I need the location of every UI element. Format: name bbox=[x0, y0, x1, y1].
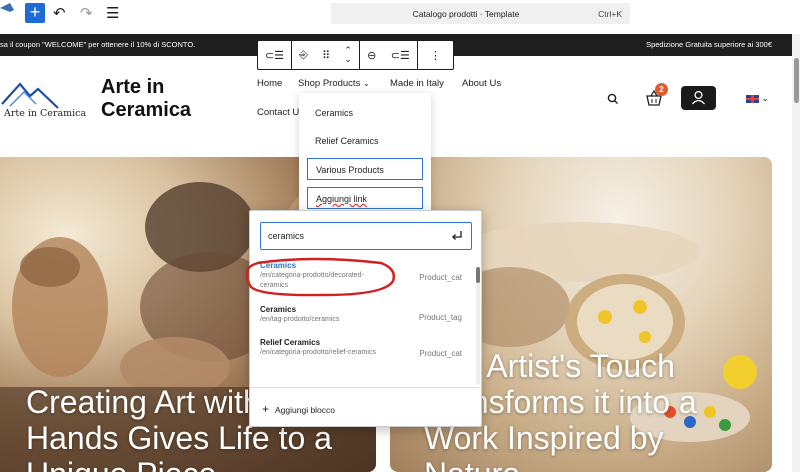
block-toolbar: ⊂☰ ⎆ ⠿ ⌃ ⌄ ⊖ ⊂☰ ⋮ bbox=[257, 40, 454, 70]
account-button[interactable] bbox=[681, 86, 716, 110]
hero-left-line-1: Creating Art with bbox=[26, 384, 261, 420]
link-search-field[interactable]: ceramics bbox=[260, 222, 472, 250]
nav-shop-products[interactable]: Shop Products ⌄ bbox=[298, 78, 370, 89]
link-search-input[interactable]: ceramics bbox=[268, 231, 304, 241]
parent-block-icon[interactable]: ⊂☰ bbox=[258, 41, 292, 69]
submenu-item-relief-ceramics[interactable]: Relief Ceramics bbox=[307, 130, 423, 152]
results-scrollbar[interactable] bbox=[476, 267, 480, 385]
move-up-down-icon[interactable]: ⌃ ⌄ bbox=[344, 46, 352, 64]
coupon-text: sa il coupon "WELCOME" per ottenere il 1… bbox=[0, 40, 196, 49]
submenu-item-various-products[interactable]: Various Products bbox=[307, 158, 423, 180]
chevron-down-icon: ⌄ bbox=[761, 93, 770, 103]
result-type: Product_cat bbox=[419, 273, 462, 282]
nav-made-in-italy[interactable]: Made in Italy bbox=[390, 78, 444, 89]
add-block-row[interactable]: + Aggiungi blocco bbox=[250, 387, 481, 427]
result-title: Relief Ceramics bbox=[260, 338, 321, 347]
free-shipping-text: Spedizione Gratuita superiore ai 300€ bbox=[646, 40, 772, 49]
site-logo[interactable]: Arte in Ceramica bbox=[0, 76, 95, 122]
hero-left-line-3: Unique Piece bbox=[26, 456, 216, 472]
return-arrow-icon[interactable] bbox=[450, 229, 464, 243]
block-mover: ⎆ ⠿ ⌃ ⌄ bbox=[292, 41, 360, 69]
command-shortcut: Ctrl+K bbox=[598, 9, 622, 19]
result-title: Ceramics bbox=[260, 305, 297, 314]
cart-count-badge: 2 bbox=[655, 83, 668, 96]
search-icon[interactable] bbox=[606, 92, 620, 106]
result-url: /en/categoria-prodotto/relief-ceramics bbox=[260, 349, 376, 356]
document-title-bar[interactable]: Catalogo prodotti · Template Ctrl+K bbox=[331, 3, 630, 24]
add-block-button[interactable]: + bbox=[25, 3, 45, 23]
add-block-label: Aggiungi blocco bbox=[275, 405, 336, 415]
results-scroll-thumb[interactable] bbox=[476, 267, 480, 283]
annotation-circle bbox=[245, 257, 395, 297]
add-submenu-icon[interactable]: ⊂☰ bbox=[391, 49, 410, 62]
link-icon[interactable]: ⊖ bbox=[367, 49, 376, 62]
result-type: Product_cat bbox=[419, 349, 462, 358]
result-type: Product_tag bbox=[418, 313, 462, 322]
search-result[interactable]: Relief Ceramics /en/categoria-prodotto/r… bbox=[250, 338, 474, 376]
nav-contact-us[interactable]: Contact U bbox=[257, 107, 299, 118]
undo-icon[interactable]: ↶ bbox=[53, 4, 66, 22]
language-switcher[interactable]: ⌄ bbox=[746, 93, 769, 104]
nav-home[interactable]: Home bbox=[257, 78, 282, 89]
list-view-icon[interactable]: ☰ bbox=[106, 4, 119, 22]
editor-toolbar: + ↶ ↷ ☰ Catalogo prodotti · Template Ctr… bbox=[0, 0, 800, 32]
nav-about-us[interactable]: About Us bbox=[462, 78, 501, 89]
add-link-label: Aggiungi link bbox=[316, 194, 368, 204]
user-icon bbox=[692, 90, 705, 105]
chevron-down-icon: ⌄ bbox=[362, 79, 370, 88]
more-options-icon[interactable]: ⋮ bbox=[418, 41, 453, 69]
submenu-block-icon[interactable]: ⎆ bbox=[299, 49, 308, 62]
document-title: Catalogo prodotti · Template bbox=[412, 9, 520, 19]
result-url: /en/tag-prodotto/ceramics bbox=[260, 316, 340, 323]
redo-icon[interactable]: ↷ bbox=[80, 4, 93, 22]
link-controls: ⊖ ⊂☰ bbox=[360, 41, 418, 69]
hero-right-line-4: Nature bbox=[424, 456, 520, 472]
shop-products-submenu: Ceramics Relief Ceramics Various Product… bbox=[299, 93, 431, 218]
page-scroll-thumb[interactable] bbox=[794, 58, 799, 103]
logo-lettering: Arte in Ceramica bbox=[3, 108, 87, 119]
submenu-item-add-link[interactable]: Aggiungi link bbox=[307, 187, 423, 209]
plus-icon: + bbox=[262, 402, 270, 416]
link-search-popover: ceramics Ceramics /en/categoria-prodotto… bbox=[249, 210, 482, 427]
site-title[interactable]: Arte in Ceramica bbox=[101, 76, 211, 122]
site-icon[interactable] bbox=[0, 0, 14, 22]
nav-shop-products-label: Shop Products bbox=[298, 78, 361, 89]
submenu-item-ceramics[interactable]: Ceramics bbox=[307, 102, 423, 124]
uk-flag-icon bbox=[746, 94, 759, 103]
drag-handle-icon[interactable]: ⠿ bbox=[322, 49, 330, 62]
